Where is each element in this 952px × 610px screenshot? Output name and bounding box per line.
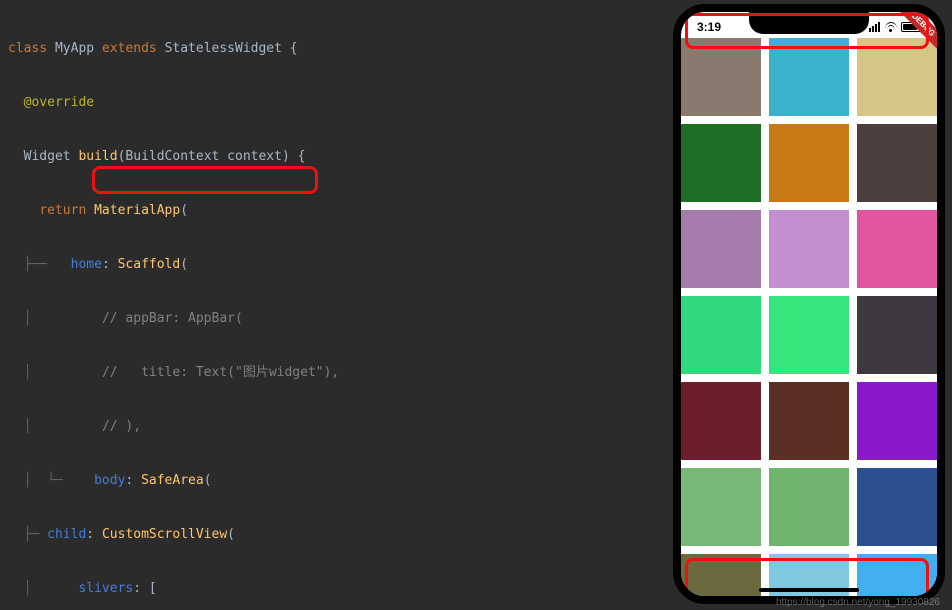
comment: // title: Text("图片widget"), — [102, 364, 339, 382]
super-class: StatelessWidget — [165, 40, 282, 58]
grid-cell — [769, 38, 849, 116]
grid-cell — [857, 38, 937, 116]
arg-body: body — [94, 472, 125, 490]
type-widget: Widget — [24, 148, 71, 166]
grid-cell — [857, 468, 937, 546]
param-context: BuildContext context — [125, 148, 282, 166]
grid-cell — [681, 124, 761, 202]
grid-cell — [681, 296, 761, 374]
grid-cell — [681, 554, 761, 604]
comment: // ), — [102, 418, 141, 436]
phone-notch — [749, 12, 869, 34]
grid-cell — [857, 124, 937, 202]
signal-icon — [869, 22, 880, 32]
call-scaffold: Scaffold — [118, 256, 181, 274]
status-time: 3:19 — [697, 20, 721, 34]
wifi-icon — [884, 22, 897, 32]
call-safearea: SafeArea — [141, 472, 204, 490]
grid-cell — [769, 124, 849, 202]
home-indicator — [759, 588, 859, 592]
watermark: https://blog.csdn.net/yong_19930826 — [776, 597, 940, 608]
grid-cell — [769, 296, 849, 374]
arg-child: child — [47, 526, 86, 544]
annotation-highlight-safearea — [92, 166, 318, 194]
arg-home: home — [71, 256, 102, 274]
grid-cell — [681, 382, 761, 460]
fn-build: build — [78, 148, 117, 166]
comment: // appBar: AppBar( — [102, 310, 243, 328]
annotation-override: @override — [24, 94, 94, 112]
grid-cell — [681, 468, 761, 546]
kw-extends: extends — [102, 40, 157, 58]
kw-class: class — [8, 40, 47, 58]
grid-cell — [681, 210, 761, 288]
grid-cell — [857, 210, 937, 288]
grid-cell — [681, 38, 761, 116]
color-grid[interactable] — [681, 38, 937, 596]
class-name: MyApp — [55, 40, 94, 58]
kw-return: return — [39, 202, 86, 220]
grid-cell — [769, 468, 849, 546]
grid-cell — [857, 382, 937, 460]
call-customscrollview: CustomScrollView — [102, 526, 227, 544]
simulator-panel: 3:19 DEBUG https://blog.csdn.net/yong_19… — [670, 0, 952, 610]
phone-frame: 3:19 DEBUG — [673, 4, 945, 604]
grid-cell — [769, 382, 849, 460]
code-editor[interactable]: class MyApp extends StatelessWidget { @o… — [0, 0, 670, 610]
grid-cell — [769, 210, 849, 288]
grid-cell — [857, 296, 937, 374]
call-materialapp: MaterialApp — [94, 202, 180, 220]
arg-slivers: slivers — [78, 580, 133, 598]
